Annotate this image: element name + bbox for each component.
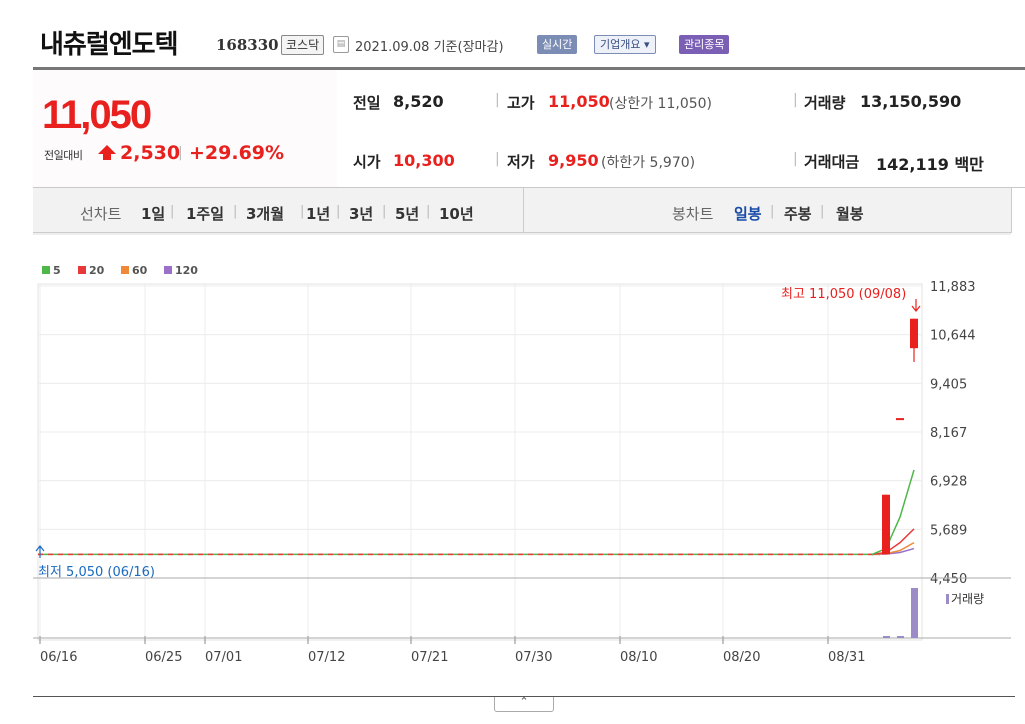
volume-bar	[897, 636, 904, 638]
y-tick-label: 8,167	[930, 426, 967, 441]
x-tick-label: 07/21	[411, 650, 448, 665]
x-tick-label: 08/20	[723, 650, 760, 665]
collapse-button[interactable]: ⌃	[494, 696, 554, 712]
volume-legend-label: 거래량	[951, 592, 985, 606]
y-tick-label: 6,928	[930, 475, 967, 490]
price-chart: 11,883 10,644 9,405 8,167 6,928 5,689 4,450 06/…	[33, 233, 1011, 665]
y-tick-label: 5,689	[930, 523, 967, 538]
x-tick-label: 07/30	[515, 650, 552, 665]
plot-frame	[37, 283, 923, 641]
high-annotation: 최고 11,050 (09/08)	[781, 287, 907, 302]
ma60-line	[871, 541, 915, 556]
x-tick-label: 08/31	[828, 650, 865, 665]
y-tick-label: 4,450	[930, 572, 967, 587]
ma5-line	[871, 469, 915, 556]
candle-body	[910, 318, 918, 349]
low-annotation: 최저 5,050 (06/16)	[38, 565, 156, 580]
x-tick-label: 08/10	[620, 650, 657, 665]
x-tick-label: 06/16	[40, 650, 77, 665]
x-tick-label: 07/12	[308, 650, 345, 665]
volume-bar	[911, 588, 918, 638]
y-tick-label: 11,883	[930, 280, 976, 295]
x-tick-label: 07/01	[205, 650, 242, 665]
volume-legend: 거래량	[946, 590, 984, 607]
x-tick-label: 06/25	[145, 650, 182, 665]
candle-body	[882, 494, 890, 555]
y-tick-label: 10,644	[930, 329, 976, 344]
y-tick-label: 9,405	[930, 377, 967, 392]
volume-bar	[883, 636, 890, 638]
candle-body	[896, 418, 904, 421]
